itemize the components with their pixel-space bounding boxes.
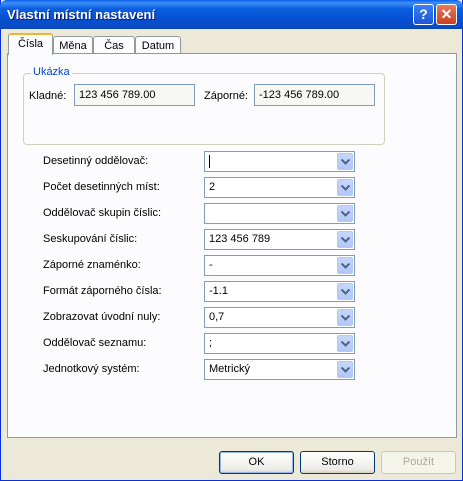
measurement-system-combo[interactable]: Metrický <box>204 359 355 380</box>
combo-value: 2 <box>209 181 216 193</box>
combo-value: 123 456 789 <box>209 233 271 245</box>
decimal-separator-label: Desetinný oddělovač: <box>43 155 149 167</box>
list-separator-label: Oddělovač seznamu: <box>43 337 147 349</box>
cancel-button[interactable]: Storno <box>300 451 375 474</box>
tab-label: Datum <box>141 40 175 52</box>
tab-label: Čísla <box>17 38 44 50</box>
digit-group-separator-combo[interactable] <box>204 203 355 224</box>
negative-sign-label: Záporné znaménko: <box>43 259 141 271</box>
chevron-down-icon[interactable] <box>337 257 353 274</box>
close-icon[interactable]: ✕ <box>436 4 457 25</box>
chevron-down-icon[interactable] <box>337 335 353 352</box>
chevron-down-icon[interactable] <box>337 309 353 326</box>
decimal-separator-combo[interactable] <box>204 151 355 172</box>
chevron-down-icon[interactable] <box>337 231 353 248</box>
tab-label: Měna <box>59 40 87 52</box>
negative-label: Záporné: <box>204 90 249 102</box>
leading-zeros-combo[interactable]: 0,7 <box>204 307 355 328</box>
digit-group-separator-label: Oddělovač skupin číslic: <box>43 207 161 219</box>
combo-value: Metrický <box>209 363 250 375</box>
sample-group-title: Ukázka <box>31 66 72 78</box>
decimal-digits-label: Počet desetinných míst: <box>43 181 160 193</box>
combo-value: ; <box>209 337 213 349</box>
leading-zeros-label: Zobrazovat úvodní nuly: <box>43 311 161 323</box>
chevron-down-icon[interactable] <box>337 205 353 222</box>
text-caret <box>209 155 210 168</box>
digit-grouping-label: Seskupování číslic: <box>43 233 138 245</box>
list-separator-combo[interactable]: ; <box>204 333 355 354</box>
negative-sign-combo[interactable]: - <box>204 255 355 276</box>
dialog-window: Vlastní místní nastavení ? ✕ Čísla Měna … <box>0 0 463 481</box>
decimal-digits-combo[interactable]: 2 <box>204 177 355 198</box>
apply-button[interactable]: Použít <box>381 451 456 474</box>
tab-cisla[interactable]: Čísla <box>8 33 53 55</box>
chevron-down-icon[interactable] <box>337 153 353 170</box>
tab-label: Čas <box>104 40 124 52</box>
window-title: Vlastní místní nastavení <box>7 7 156 22</box>
help-icon[interactable]: ? <box>413 4 434 25</box>
negative-format-combo[interactable]: -1.1 <box>204 281 355 302</box>
combo-value: -1.1 <box>209 285 228 297</box>
negative-sample-field: -123 456 789.00 <box>254 84 375 106</box>
combo-value: 0,7 <box>209 311 225 323</box>
combo-value: - <box>209 259 213 271</box>
digit-grouping-combo[interactable]: 123 456 789 <box>204 229 355 250</box>
ok-button[interactable]: OK <box>219 451 294 474</box>
measurement-system-label: Jednotkový systém: <box>43 363 140 375</box>
title-bar[interactable]: Vlastní místní nastavení ? ✕ <box>0 0 463 29</box>
negative-format-label: Formát záporného čísla: <box>43 285 162 297</box>
positive-label: Kladné: <box>29 90 67 102</box>
chevron-down-icon[interactable] <box>337 361 353 378</box>
chevron-down-icon[interactable] <box>337 283 353 300</box>
chevron-down-icon[interactable] <box>337 179 353 196</box>
positive-sample-field: 123 456 789.00 <box>74 84 195 106</box>
